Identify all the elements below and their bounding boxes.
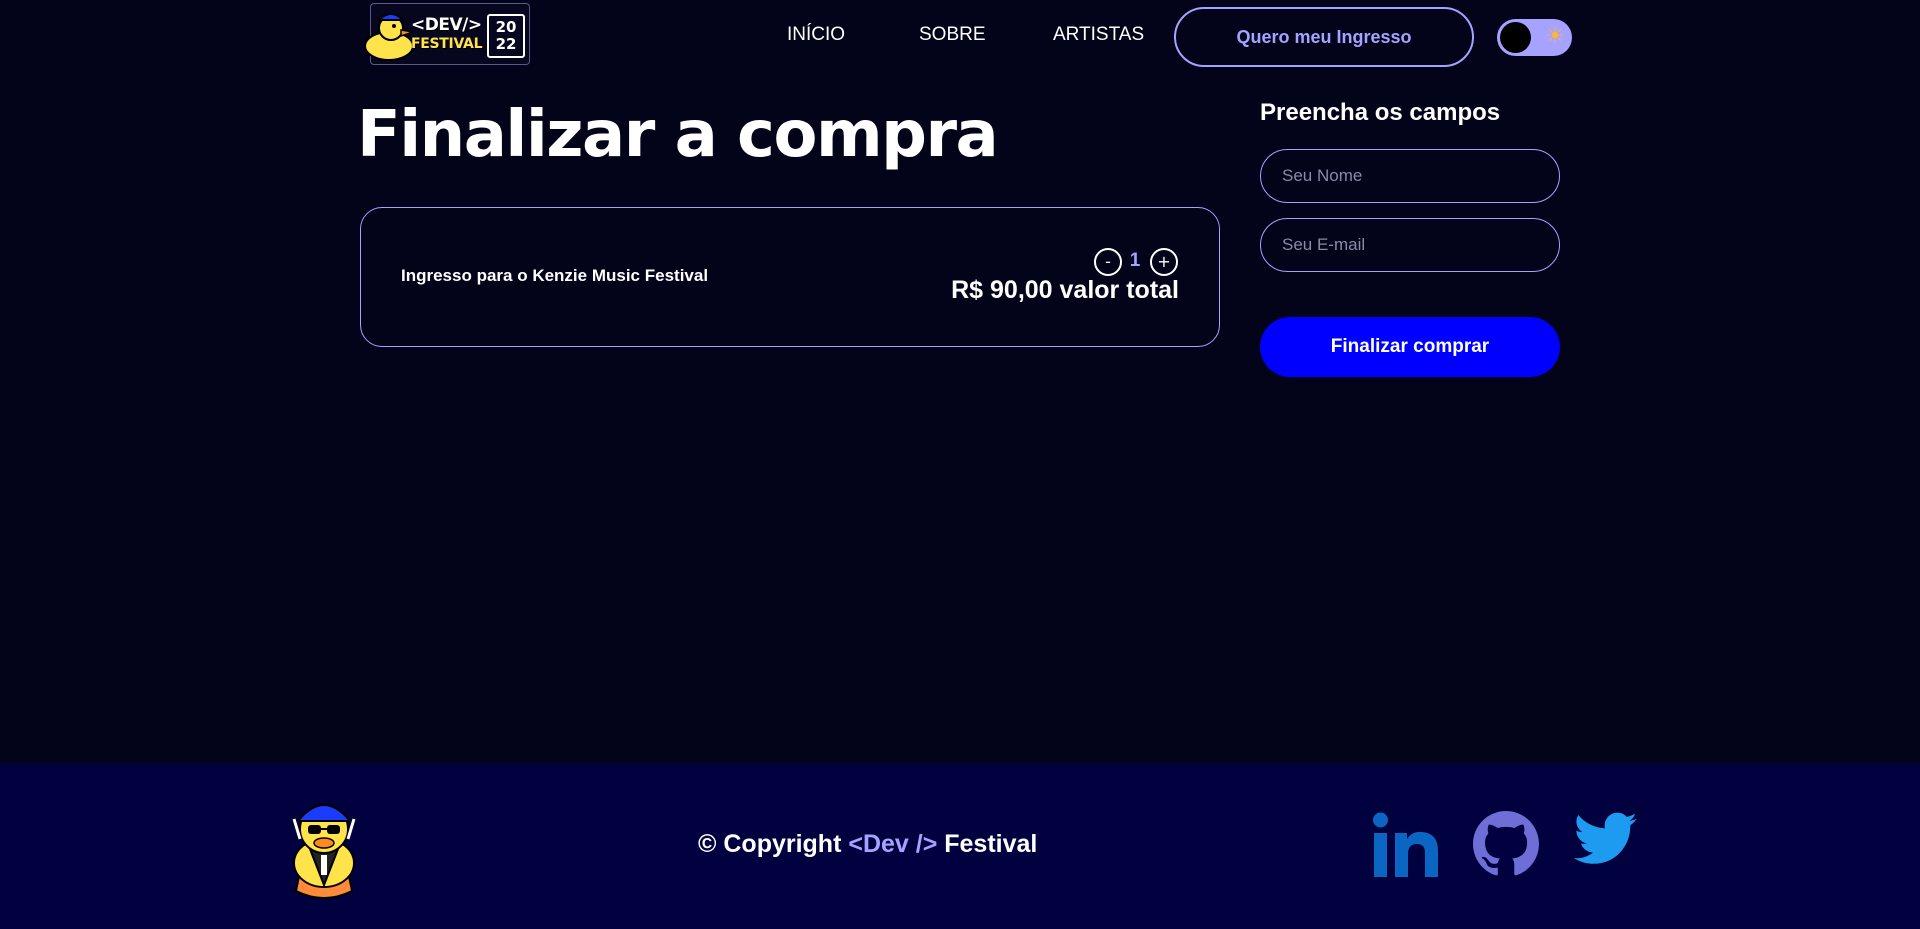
- cart-total: R$ 90,00 valor total: [951, 276, 1179, 304]
- copyright-text: © Copyright <Dev /> Festival: [698, 830, 1037, 859]
- github-icon: [1473, 811, 1539, 876]
- quantity-value: 1: [1129, 250, 1141, 271]
- twitter-icon: [1573, 812, 1637, 864]
- logo-year-top: 20: [495, 18, 517, 36]
- finalize-purchase-button[interactable]: Finalizar comprar: [1260, 317, 1560, 377]
- linkedin-icon: [1373, 812, 1438, 877]
- festival-logo[interactable]: <DEV/> FESTIVAL 20 22: [364, 3, 530, 65]
- nav-link-artistas[interactable]: ARTISTAS: [1053, 24, 1144, 46]
- duck-mascot-icon: [292, 804, 356, 899]
- twitter-link[interactable]: [1573, 811, 1638, 871]
- site-header: <DEV/> FESTIVAL 20 22 INÍCIO SOBRE ARTIS…: [0, 0, 1920, 74]
- linkedin-link[interactable]: [1372, 811, 1440, 883]
- increase-quantity-button[interactable]: +: [1150, 248, 1178, 276]
- site-footer: © Copyright <Dev /> Festival: [0, 763, 1920, 929]
- logo-dev-text: <DEV/>: [411, 15, 482, 35]
- copyright-suffix: Festival: [937, 830, 1038, 858]
- logo-year-bottom: 22: [495, 35, 517, 53]
- page-title: Finalizar a compra: [357, 98, 999, 172]
- logo-festival-text: FESTIVAL: [411, 36, 483, 52]
- cart-item-name: Ingresso para o Kenzie Music Festival: [401, 266, 709, 285]
- sun-icon: ☀: [1545, 24, 1565, 49]
- name-input[interactable]: [1260, 149, 1560, 203]
- nav-link-sobre[interactable]: SOBRE: [919, 24, 986, 46]
- copyright-brand: <Dev />: [848, 830, 938, 858]
- logo-year-badge: 20 22: [487, 14, 525, 58]
- nav-link-inicio[interactable]: INÍCIO: [787, 24, 845, 46]
- cart-item-card: Ingresso para o Kenzie Music Festival - …: [360, 207, 1220, 347]
- toggle-knob: [1500, 22, 1531, 53]
- duck-logo-icon: [364, 13, 414, 61]
- decrease-quantity-button[interactable]: -: [1094, 248, 1122, 276]
- github-link[interactable]: [1473, 811, 1539, 881]
- copyright-prefix: © Copyright: [698, 830, 849, 858]
- theme-toggle[interactable]: ☀: [1497, 19, 1572, 56]
- form-heading: Preencha os campos: [1260, 99, 1501, 126]
- get-ticket-button[interactable]: Quero meu Ingresso: [1174, 7, 1474, 67]
- email-input[interactable]: [1260, 218, 1560, 272]
